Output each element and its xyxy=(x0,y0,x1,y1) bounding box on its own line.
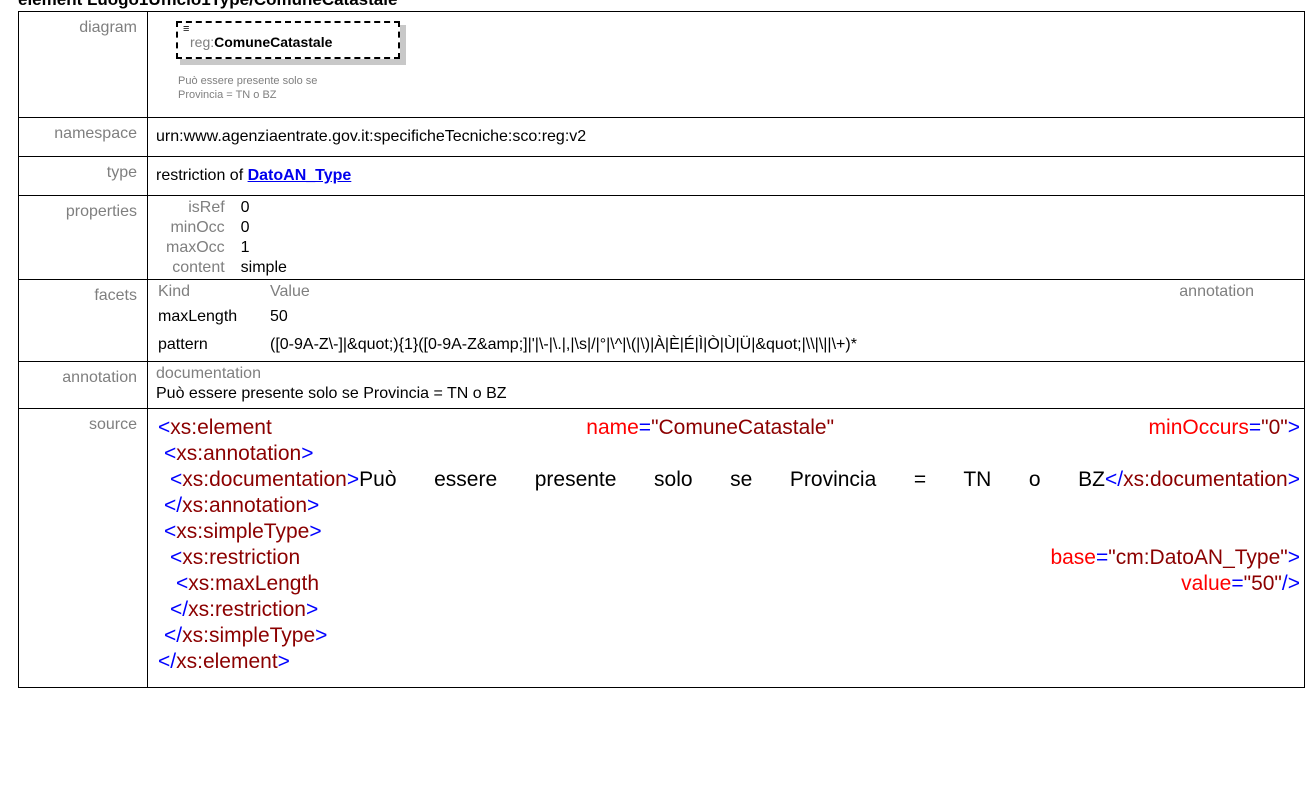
property-row: minOcc 0 xyxy=(170,219,250,236)
properties-row: properties isRef 0 minOcc 0 maxOcc 1 conten… xyxy=(18,195,1305,280)
diagram-row: diagram ≡ reg:ComuneCatastale Può essere… xyxy=(18,11,1305,118)
xsd-source-code: < xs:element name = "ComuneCatastale" minOc… xyxy=(148,409,1304,679)
source-line: </xs:element > xyxy=(158,650,290,673)
diagram-element-name: reg:ComuneCatastale xyxy=(190,34,333,50)
facet-row: maxLength 50 xyxy=(158,308,288,325)
property-row: maxOcc 1 xyxy=(166,239,250,256)
facets-label: facets xyxy=(18,279,148,362)
source-line: < xs:maxLength value = "50"/> xyxy=(176,572,1300,595)
source-line: < xs:restriction base = "cm:DatoAN_Type" > xyxy=(170,546,1300,569)
type-value: restriction of DatoAN_Type xyxy=(156,167,352,184)
element-lines-icon: ≡ xyxy=(183,23,190,35)
facets-value-header: Value xyxy=(270,283,310,300)
source-line: </xs:annotation > xyxy=(164,494,320,517)
facet-row: pattern ([0-9A-Z\-]|&quot;){1}([0-9A-Z&a… xyxy=(158,336,857,353)
annotation-label: annotation xyxy=(18,361,148,409)
namespace-label: namespace xyxy=(18,117,148,157)
source-line: < xs:annotation > xyxy=(164,442,314,465)
page-heading: element Luogo1Ufficio1Type/ComuneCatasta… xyxy=(18,0,397,10)
schema-diagram: ≡ reg:ComuneCatastale Può essere present… xyxy=(156,12,1304,117)
source-line: < xs:element name = "ComuneCatastale" minOc… xyxy=(158,416,1301,439)
annotation-doc-text: Può essere presente solo se Provincia = … xyxy=(156,385,507,402)
facets-row: facets Kind Value annotation maxLength 5… xyxy=(18,279,1305,362)
namespace-value: urn:www.agenziaentrate.gov.it:specifiche… xyxy=(156,128,587,145)
properties-label: properties xyxy=(18,195,148,280)
annotation-row: annotation documentation Può essere pres… xyxy=(18,361,1305,409)
source-line: < xs:simpleType > xyxy=(164,520,322,543)
type-row: type restriction of DatoAN_Type xyxy=(18,156,1305,196)
properties-table: isRef 0 minOcc 0 maxOcc 1 content simple xyxy=(164,197,289,279)
source-label: source xyxy=(18,408,148,688)
property-row: content simple xyxy=(172,259,287,276)
namespace-row: namespace urn:www.agenziaentrate.gov.it:… xyxy=(18,117,1305,157)
source-line: < xs:documentation > Può essere presente so… xyxy=(170,468,1300,491)
element-doc-table: diagram ≡ reg:ComuneCatastale Può essere… xyxy=(18,11,1305,688)
source-line: </xs:restriction > xyxy=(170,598,319,621)
property-row: isRef 0 xyxy=(188,199,250,216)
datoan-type-link[interactable]: DatoAN_Type xyxy=(248,167,352,184)
diagram-element-box[interactable]: ≡ reg:ComuneCatastale xyxy=(176,21,400,59)
facets-annotation-header: annotation xyxy=(1179,283,1254,300)
source-row: source < xs:element name = "ComuneCatastale… xyxy=(18,408,1305,688)
facets-kind-header: Kind xyxy=(158,283,191,300)
annotation-doc-header: documentation xyxy=(156,365,261,382)
facets-header-row: Kind Value annotation xyxy=(158,282,1294,302)
source-line: </xs:simpleType > xyxy=(164,624,328,647)
type-label: type xyxy=(18,156,148,196)
diagram-annotation: Può essere presente solo se Provincia = … xyxy=(178,75,318,101)
facets-table: Kind Value annotation maxLength 50 patte… xyxy=(156,280,1296,360)
diagram-label: diagram xyxy=(18,11,148,118)
